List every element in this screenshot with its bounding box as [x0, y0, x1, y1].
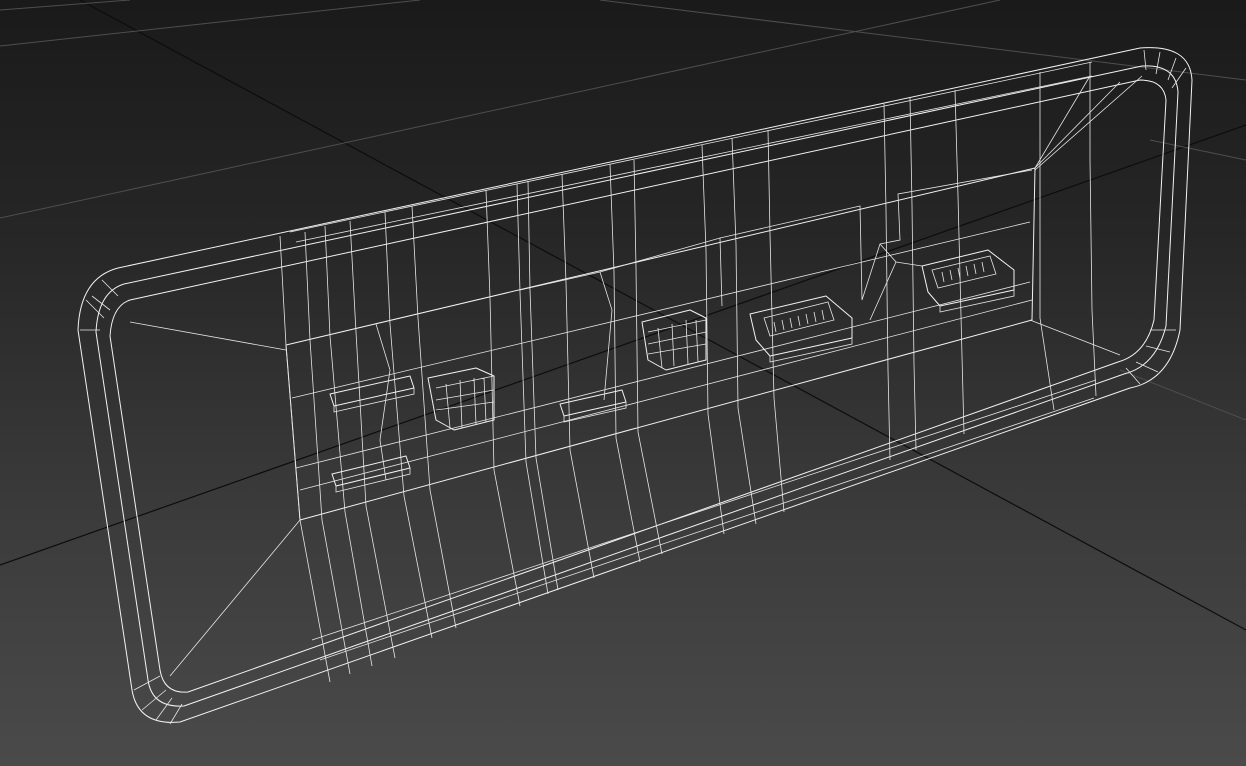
grid-line [0, 0, 421, 47]
recess-outline [719, 169, 1033, 301]
top-band-loop [289, 61, 1093, 233]
top-band-loop [295, 75, 1093, 243]
grid-line [0, 0, 131, 11]
bottom-band-loop [311, 379, 1097, 641]
grid-line [1149, 139, 1246, 161]
grid-line [1119, 369, 1246, 421]
ground-grid [0, 0, 1246, 631]
grid-line [599, 0, 1246, 81]
port-connector-usb-middle [749, 295, 853, 363]
viewport-canvas[interactable] [0, 0, 1246, 766]
3d-viewport[interactable] [0, 0, 1246, 766]
recess-outline [519, 237, 723, 307]
bottom-band-loop [319, 397, 1095, 661]
inset-face-lip [291, 221, 1033, 491]
grid-axis-line [0, 124, 1246, 566]
panel-outer-edge [77, 47, 1193, 723]
panel-triangulation [129, 75, 1143, 677]
panel-inner-edge [109, 79, 1167, 693]
wireframe-panel[interactable] [77, 47, 1193, 725]
